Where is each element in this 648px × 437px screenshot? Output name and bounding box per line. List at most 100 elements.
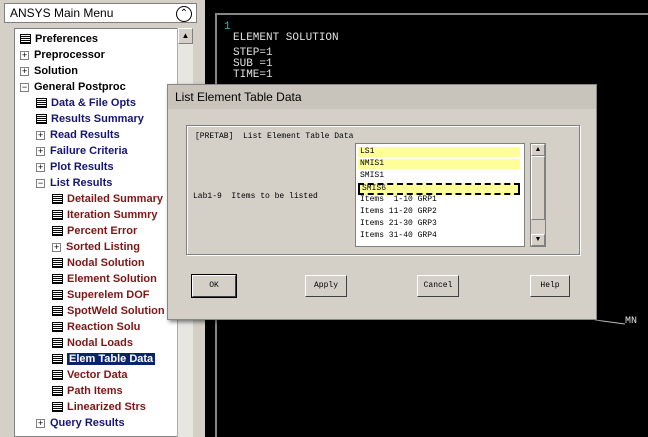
listbox-item[interactable]: SMIS6 [358, 183, 520, 195]
group-header: [PRETAB] List Element Table Data [195, 132, 354, 141]
double-chevron-up-icon[interactable]: ⌃ [176, 6, 192, 22]
document-icon[interactable] [52, 194, 63, 205]
menu-item-read-results[interactable]: + Read Results [36, 127, 120, 143]
document-icon[interactable] [52, 370, 63, 381]
menu-item-label: Plot Results [50, 161, 114, 174]
menu-item-label: Path Items [67, 385, 123, 398]
menu-item-label: Reaction Solu [67, 321, 141, 334]
expand-icon[interactable]: + [52, 242, 61, 252]
menu-item-detailed-summary[interactable]: Detailed Summary [52, 191, 163, 207]
scroll-thumb[interactable] [531, 156, 545, 220]
dialog-title: List Element Table Data [168, 85, 596, 109]
document-icon[interactable] [52, 274, 63, 285]
document-icon[interactable] [52, 338, 63, 349]
menu-item-linearized-strs[interactable]: Linearized Strs [52, 399, 146, 415]
main-menu-title: ANSYS Main Menu ⌃ [4, 3, 197, 23]
cancel-button[interactable]: Cancel [417, 275, 459, 297]
menu-item-label: Nodal Solution [67, 257, 145, 270]
menu-item-label: Sorted Listing [66, 241, 140, 254]
listbox-item[interactable]: SMIS1 [358, 171, 520, 181]
expand-icon[interactable]: + [36, 418, 45, 428]
menu-item-label: Superelem DOF [67, 289, 150, 302]
menu-item-preprocessor[interactable]: + Preprocessor [20, 47, 105, 63]
ok-button[interactable]: OK [191, 274, 237, 298]
menu-item-list-results[interactable]: − List Results [36, 175, 112, 191]
listbox-item[interactable]: Items 21-30 GRP3 [358, 219, 520, 229]
menu-item-label: Percent Error [67, 225, 138, 238]
expand-icon[interactable]: + [20, 50, 29, 60]
listbox-item[interactable]: Items 11-20 GRP2 [358, 207, 520, 217]
menu-item-nodal-solution[interactable]: Nodal Solution [52, 255, 145, 271]
menu-item-label: General Postproc [34, 81, 126, 94]
menu-item-reaction-solu[interactable]: Reaction Solu [52, 319, 140, 335]
help-button[interactable]: Help [530, 275, 570, 297]
menu-item-element-solution[interactable]: Element Solution [52, 271, 157, 287]
document-icon[interactable] [52, 354, 63, 365]
menu-item-preferences[interactable]: Preferences [20, 31, 98, 47]
document-icon[interactable] [20, 34, 31, 45]
list-element-table-dialog: List Element Table Data [PRETAB] List El… [167, 84, 597, 320]
menu-item-label: Linearized Strs [67, 401, 146, 414]
document-icon[interactable] [36, 114, 47, 125]
menu-item-label: SpotWeld Solution [67, 305, 165, 318]
scroll-down-icon[interactable]: ▼ [531, 234, 545, 246]
document-icon[interactable] [52, 226, 63, 237]
menu-item-label: Preprocessor [34, 49, 105, 62]
menu-item-superelem-dof[interactable]: Superelem DOF [52, 287, 150, 303]
menu-item-spotweld-solution[interactable]: SpotWeld Solution [52, 303, 165, 319]
menu-item-label: Elem Table Data [67, 353, 156, 366]
expand-icon[interactable]: + [20, 66, 29, 76]
menu-item-elem-table-data[interactable]: Elem Table Data [52, 351, 156, 367]
listbox-item[interactable]: LS1 [358, 147, 520, 157]
items-listbox[interactable]: LS1 NMIS1 SMIS1 SMIS6 Items 1-10 GRP1 Items 1… [355, 143, 525, 247]
menu-item-data-file-opts[interactable]: Data & File Opts [36, 95, 136, 111]
main-menu-title-text: ANSYS Main Menu [10, 6, 114, 20]
menu-item-solution[interactable]: + Solution [20, 63, 78, 79]
collapse-icon[interactable]: − [20, 82, 29, 92]
menu-item-query-results[interactable]: + Query Results [36, 415, 125, 431]
menu-item-results-summary[interactable]: Results Summary [36, 111, 144, 127]
listbox-item[interactable]: Items 31-40 GRP4 [358, 231, 520, 241]
menu-item-label: Read Results [50, 129, 120, 142]
document-icon[interactable] [52, 290, 63, 301]
scroll-up-icon[interactable]: ▲ [178, 28, 193, 44]
apply-button[interactable]: Apply [305, 275, 347, 297]
document-icon[interactable] [52, 402, 63, 413]
model-edge-line [595, 319, 626, 325]
menu-item-label: Detailed Summary [67, 193, 163, 206]
listbox-scrollbar[interactable]: ▲ ▼ [530, 143, 546, 247]
menu-item-plot-results[interactable]: + Plot Results [36, 159, 114, 175]
document-icon[interactable] [36, 98, 47, 109]
menu-item-iteration-summry[interactable]: Iteration Summry [52, 207, 157, 223]
menu-item-path-items[interactable]: Path Items [52, 383, 123, 399]
collapse-icon[interactable]: − [36, 178, 45, 188]
expand-icon[interactable]: + [36, 162, 45, 172]
listbox-item[interactable]: Items 1-10 GRP1 [358, 195, 520, 205]
expand-icon[interactable]: + [36, 146, 45, 156]
menu-item-percent-error[interactable]: Percent Error [52, 223, 137, 239]
menu-item-label: Solution [34, 65, 78, 78]
time-text: TIME=1 [233, 69, 273, 81]
menu-item-label: Preferences [35, 33, 98, 46]
document-icon[interactable] [52, 210, 63, 221]
document-icon[interactable] [52, 306, 63, 317]
scroll-up-icon[interactable]: ▲ [531, 144, 545, 156]
menu-item-label: Vector Data [67, 369, 128, 382]
document-icon[interactable] [52, 386, 63, 397]
document-icon[interactable] [52, 258, 63, 269]
menu-item-general-postproc[interactable]: − General Postproc [20, 79, 126, 95]
menu-item-label: Data & File Opts [51, 97, 136, 110]
menu-item-label: Failure Criteria [50, 145, 128, 158]
menu-item-failure-criteria[interactable]: + Failure Criteria [36, 143, 128, 159]
window-number: 1 [224, 21, 231, 33]
main-menu-tree: Preferences + Preprocessor + Solution − Genera… [14, 28, 177, 437]
menu-item-vector-data[interactable]: Vector Data [52, 367, 128, 383]
graphics-heading: ELEMENT SOLUTION [233, 32, 339, 44]
menu-item-sorted-listing[interactable]: + Sorted Listing [52, 239, 140, 255]
expand-icon[interactable]: + [36, 130, 45, 140]
field-label: Lab1-9 Items to be listed [193, 192, 318, 201]
listbox-item[interactable]: NMIS1 [358, 159, 520, 169]
menu-item-label: List Results [50, 177, 113, 190]
document-icon[interactable] [52, 322, 63, 333]
menu-item-nodal-loads[interactable]: Nodal Loads [52, 335, 133, 351]
